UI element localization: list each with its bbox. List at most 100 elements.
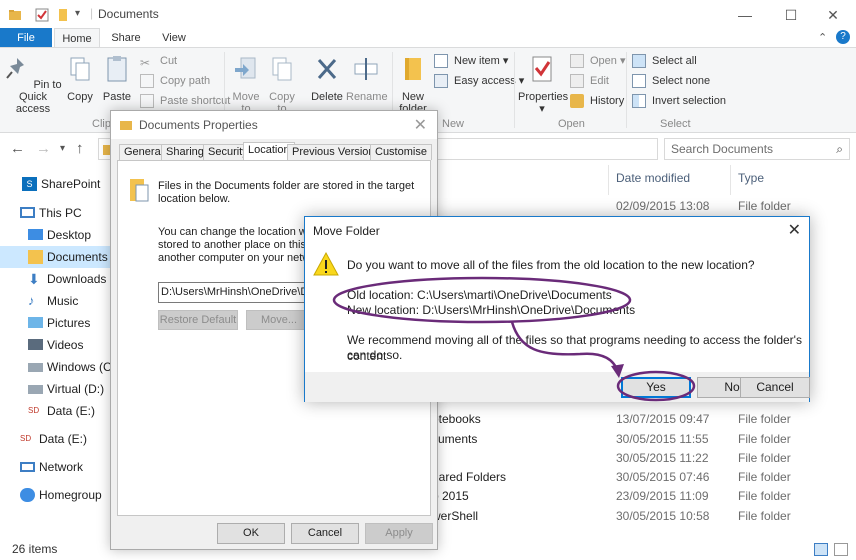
table-row[interactable]: hared Folders 30/05/2015 07:46 File folder: [430, 468, 856, 487]
maximize-button[interactable]: ☐: [768, 0, 814, 30]
search-input[interactable]: Search Documents ⌕: [664, 138, 850, 160]
nav-item-sharepoint[interactable]: S SharePoint: [22, 173, 100, 195]
delete-button[interactable]: Delete: [308, 54, 346, 103]
nav-item-pictures[interactable]: Pictures: [28, 312, 90, 334]
nav-label: Virtual (D:): [47, 382, 105, 396]
restore-default-button[interactable]: Restore Default: [158, 310, 238, 330]
cut-label: Cut: [160, 55, 178, 67]
cancel-button[interactable]: Cancel: [740, 377, 810, 398]
copy-icon: [70, 57, 90, 81]
tab-view[interactable]: View: [152, 28, 196, 48]
table-row[interactable]: otebooks 13/07/2015 09:47 File folder: [430, 410, 856, 429]
recommend-line1: We recommend moving all of the files so …: [347, 333, 802, 363]
properties-quick-icon[interactable]: [35, 8, 49, 22]
pin-quick-access-button[interactable]: Pin to Quick access: [4, 54, 62, 115]
pictures-icon: [28, 317, 43, 328]
table-row[interactable]: 02/09/2015 13:08 File folder: [430, 197, 856, 216]
delete-label: Delete: [311, 91, 343, 103]
column-type[interactable]: Type: [738, 171, 764, 185]
tab-file[interactable]: File: [0, 28, 52, 48]
apply-button[interactable]: Apply: [365, 523, 433, 544]
file-date: 30/05/2015 11:55: [616, 432, 709, 446]
tab-home[interactable]: Home: [54, 28, 100, 48]
search-placeholder: Search Documents: [671, 142, 774, 156]
easy-access-button[interactable]: Easy access ▾: [434, 72, 524, 90]
warning-icon: [313, 251, 339, 276]
select-none-icon: [632, 74, 646, 88]
collapse-ribbon-icon[interactable]: ⌃: [818, 31, 827, 44]
new-item-icon: [434, 54, 448, 68]
paste-shortcut-button[interactable]: Paste shortcut: [140, 92, 230, 110]
close-icon[interactable]: ✕: [414, 115, 427, 135]
forward-arrow-icon[interactable]: →: [36, 140, 51, 157]
yes-button[interactable]: Yes: [621, 377, 691, 398]
customize-quick-access-icon[interactable]: ▾: [75, 8, 80, 19]
nav-item-downloads[interactable]: ⬇ Downloads: [28, 268, 106, 290]
close-icon[interactable]: ✕: [788, 220, 801, 240]
tab-customise[interactable]: Customise: [370, 144, 432, 160]
copy-button[interactable]: Copy: [64, 54, 96, 103]
table-row[interactable]: werShell 30/05/2015 10:58 File folder: [430, 507, 856, 526]
file-name: cuments: [432, 432, 478, 446]
nav-item-windows-c[interactable]: Windows (C:): [28, 356, 119, 378]
nav-item-virtual-d[interactable]: Virtual (D:): [28, 378, 104, 400]
minimize-button[interactable]: —: [722, 0, 768, 30]
group-separator: [514, 52, 515, 128]
recent-locations-icon[interactable]: ▾: [60, 143, 65, 154]
column-date-modified[interactable]: Date modified: [616, 171, 690, 185]
new-folder-button[interactable]: New folder: [396, 54, 430, 115]
drive-icon: [28, 363, 43, 372]
new-item-button[interactable]: New item ▾: [434, 52, 508, 70]
cut-button[interactable]: ✂ Cut: [140, 52, 177, 70]
tab-sharing[interactable]: Sharing: [161, 144, 209, 160]
invert-selection-button[interactable]: Invert selection: [632, 92, 726, 110]
nav-item-homegroup[interactable]: Homegroup: [20, 484, 102, 506]
nav-item-videos[interactable]: Videos: [28, 334, 83, 356]
location-path-input[interactable]: D:\Users\MrHinsh\OneDrive\Documents: [158, 282, 314, 303]
table-row[interactable]: cuments 30/05/2015 11:55 File folder: [430, 430, 856, 449]
file-date: 02/09/2015 13:08: [616, 199, 710, 213]
nav-item-data-e[interactable]: SD Data (E:): [28, 400, 95, 422]
nav-label: Desktop: [47, 228, 92, 242]
move-button[interactable]: Move...: [246, 310, 312, 330]
move-question: Do you want to move all of the files fro…: [347, 258, 755, 272]
location-info-line1: Files in the Documents folder are stored…: [158, 180, 415, 192]
table-row[interactable]: o 2015 23/09/2015 11:09 File folder: [430, 487, 856, 506]
nav-item-documents[interactable]: Documents: [0, 246, 112, 268]
large-icons-view-icon[interactable]: [834, 543, 848, 556]
help-icon[interactable]: ?: [836, 30, 850, 44]
select-all-button[interactable]: Select all: [632, 52, 697, 70]
new-folder-quick-icon[interactable]: [57, 8, 71, 22]
paste-button[interactable]: Paste: [100, 54, 134, 103]
nav-item-this-pc[interactable]: This PC: [20, 202, 82, 224]
nav-item-desktop[interactable]: Desktop: [28, 224, 91, 246]
back-arrow-icon[interactable]: ←: [10, 140, 25, 157]
rename-button[interactable]: Rename: [346, 54, 388, 103]
ok-button[interactable]: OK: [217, 523, 285, 544]
file-date: 30/05/2015 10:58: [616, 509, 710, 523]
nav-item-music[interactable]: ♪ Music: [28, 290, 78, 312]
file-type: File folder: [738, 432, 791, 446]
close-button[interactable]: ✕: [810, 0, 856, 30]
table-row[interactable]: 30/05/2015 11:22 File folder: [430, 449, 856, 468]
history-button[interactable]: History: [570, 92, 624, 110]
documents-icon: [28, 250, 43, 264]
move-to-button[interactable]: Move to: [230, 54, 262, 115]
copy-to-button[interactable]: Copy to: [266, 54, 298, 115]
copy-path-button[interactable]: Copy path: [140, 72, 210, 90]
scissors-icon: ✂: [140, 56, 151, 70]
nav-item-data-e-root[interactable]: SD Data (E:): [20, 428, 87, 450]
up-arrow-icon[interactable]: ↑: [76, 140, 84, 157]
invert-selection-label: Invert selection: [652, 95, 726, 107]
search-icon[interactable]: ⌕: [836, 139, 843, 159]
edit-button[interactable]: Edit: [570, 72, 609, 90]
properties-button[interactable]: Properties ▾: [518, 54, 568, 115]
rename-label: Rename: [346, 91, 388, 103]
item-count: 26 items: [12, 542, 58, 556]
tab-share[interactable]: Share: [104, 28, 148, 48]
cancel-button[interactable]: Cancel: [291, 523, 359, 544]
select-none-button[interactable]: Select none: [632, 72, 710, 90]
nav-item-network[interactable]: Network: [20, 456, 83, 478]
details-view-icon[interactable]: [814, 543, 828, 556]
open-button[interactable]: Open ▾: [570, 52, 626, 70]
